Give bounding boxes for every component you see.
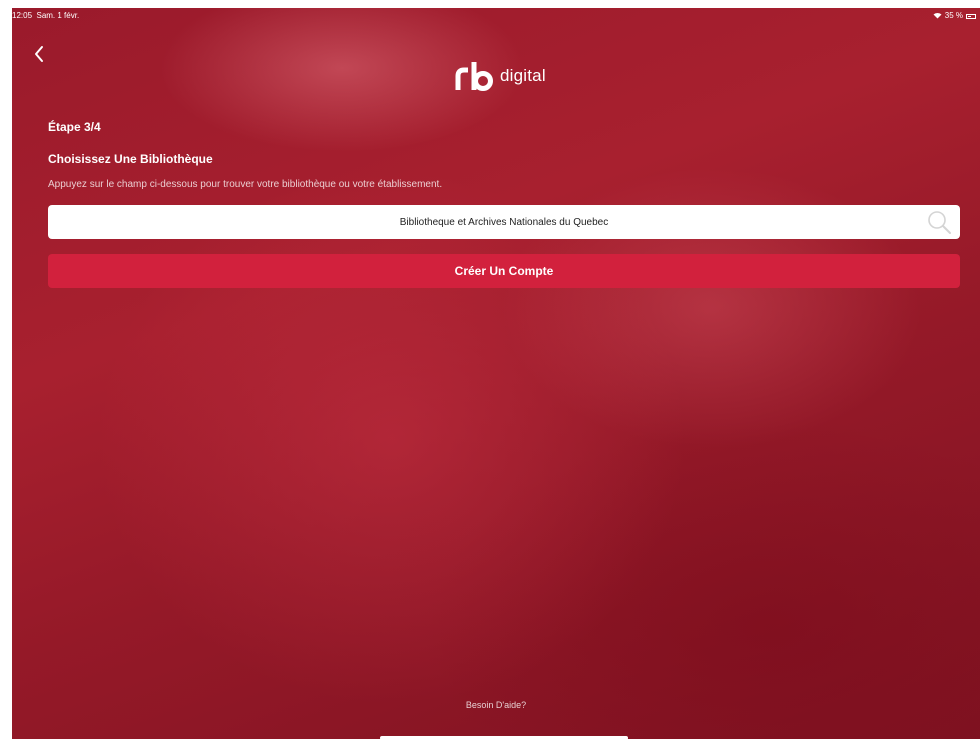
instructions-text: Appuyez sur le champ ci-dessous pour tro…: [48, 179, 443, 190]
library-search-input[interactable]: [48, 205, 960, 239]
page-heading: Choisissez Une Bibliothèque: [48, 152, 213, 166]
rbdigital-logo: digital: [455, 61, 546, 91]
battery-icon: [966, 13, 976, 19]
app-screen: 12:05 Sam. 1 févr. 35 % digital Étape 3/…: [12, 8, 980, 739]
chevron-left-icon: [35, 46, 43, 62]
create-account-button[interactable]: Créer Un Compte: [48, 254, 960, 288]
status-date: Sam. 1 févr.: [36, 11, 80, 20]
help-link[interactable]: Besoin D'aide?: [12, 700, 980, 710]
status-indicators: 35 %: [933, 8, 976, 24]
wifi-icon: [933, 8, 942, 24]
status-time: 12:05 Sam. 1 févr.: [12, 8, 79, 24]
rb-logo-mark-icon: [455, 62, 493, 91]
step-indicator: Étape 3/4: [48, 120, 101, 134]
logo-text: digital: [500, 66, 546, 85]
status-clock: 12:05: [12, 11, 33, 20]
battery-percent: 35 %: [944, 11, 963, 20]
back-button[interactable]: [32, 44, 48, 64]
status-bar: 12:05 Sam. 1 févr. 35 %: [12, 8, 980, 24]
library-search-field[interactable]: [48, 205, 960, 239]
search-icon[interactable]: [926, 209, 952, 235]
